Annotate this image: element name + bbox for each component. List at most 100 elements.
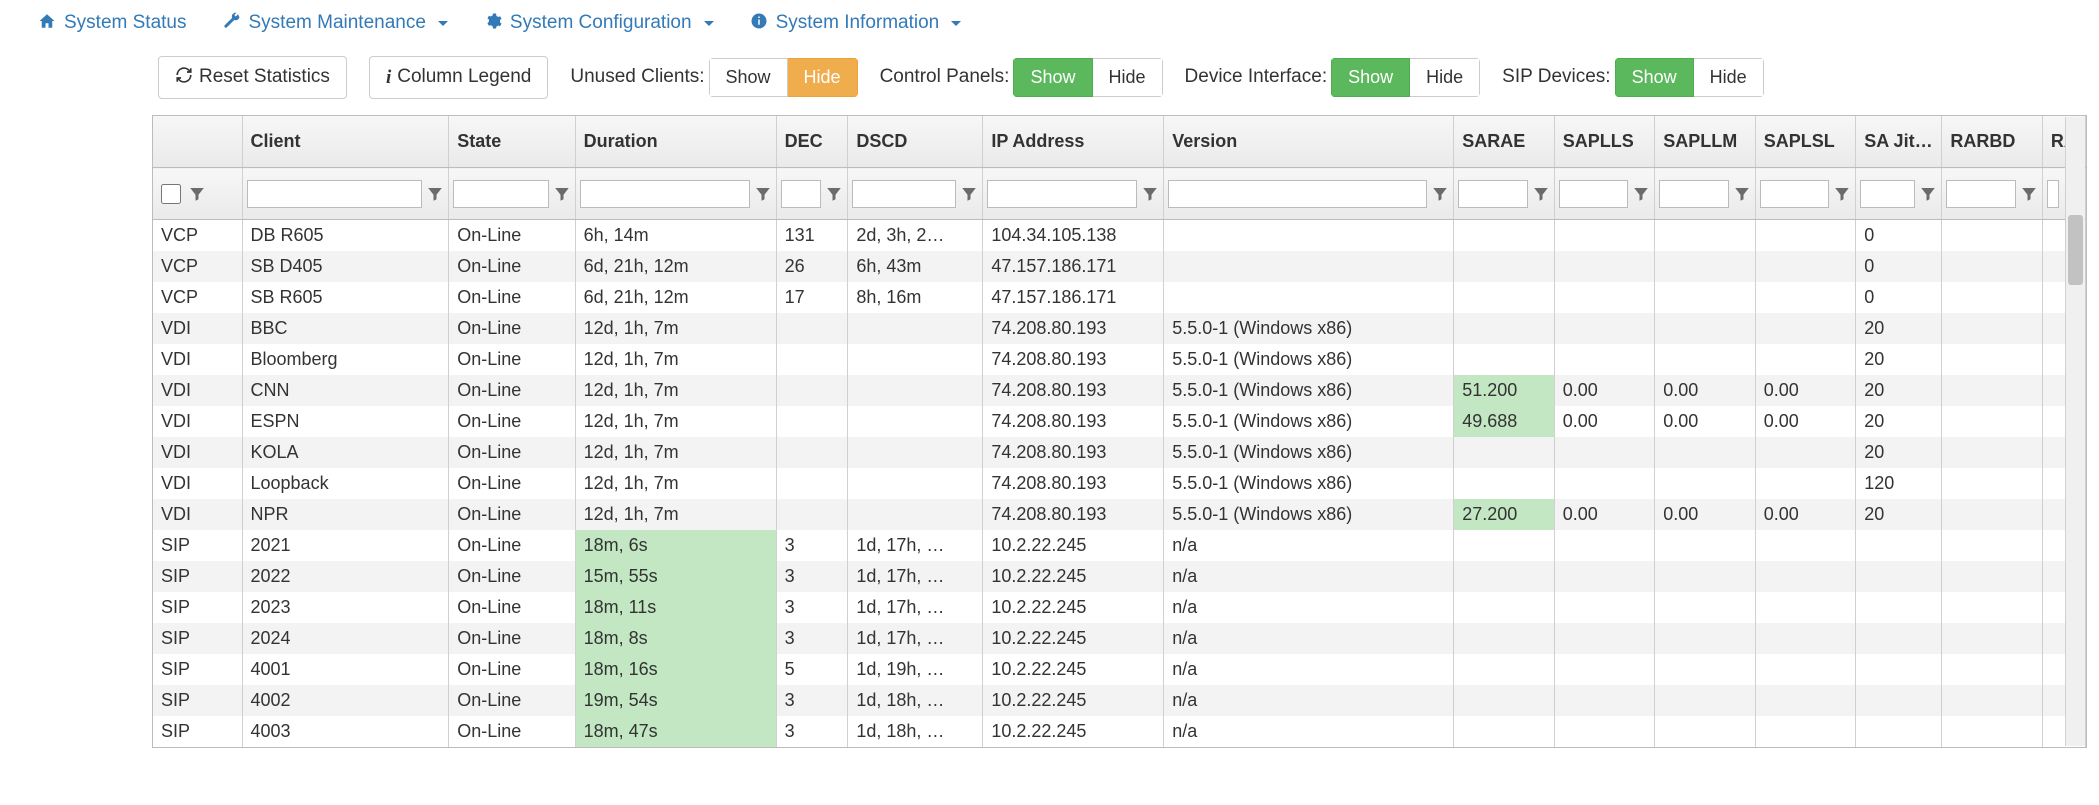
cell-c2: On-Line	[449, 313, 575, 344]
filter-icon[interactable]	[188, 185, 206, 203]
table-row[interactable]: VDINPROn-Line12d, 1h, 7m74.208.80.1935.5…	[153, 499, 2086, 530]
filter-input-c7[interactable]	[1168, 180, 1427, 208]
cell-c5	[848, 468, 983, 499]
filter-input-c1[interactable]	[247, 180, 423, 208]
filter-cell-c10	[1655, 168, 1756, 220]
filter-input-c4[interactable]	[781, 180, 822, 208]
column-header-c10[interactable]: SAPLLM	[1655, 116, 1756, 168]
cell-c3: 18m, 6s	[575, 530, 776, 561]
filter-checkbox-c0[interactable]	[161, 184, 181, 204]
scrollbar-thumb[interactable]	[2068, 215, 2083, 285]
cell-c8	[1454, 623, 1555, 654]
filter-input-c6[interactable]	[987, 180, 1137, 208]
control-panels-show-button[interactable]: Show	[1013, 58, 1092, 98]
cell-c3: 18m, 11s	[575, 592, 776, 623]
column-header-c8[interactable]: SARAE	[1454, 116, 1555, 168]
table-row[interactable]: SIP2022On-Line15m, 55s31d, 17h, …10.2.22…	[153, 561, 2086, 592]
cell-c8	[1454, 220, 1555, 251]
device-interface-hide-button[interactable]: Hide	[1410, 58, 1480, 98]
table-row[interactable]: VCPSB R605On-Line6d, 21h, 12m178h, 16m47…	[153, 282, 2086, 313]
column-header-c6[interactable]: IP Address	[983, 116, 1164, 168]
table-row[interactable]: SIP4001On-Line18m, 16s51d, 19h, …10.2.22…	[153, 654, 2086, 685]
cell-c2: On-Line	[449, 530, 575, 561]
filter-icon[interactable]	[1532, 185, 1550, 203]
cell-c4: 3	[776, 592, 848, 623]
filter-icon[interactable]	[1141, 185, 1159, 203]
filter-input-c5[interactable]	[852, 180, 956, 208]
table-row[interactable]: SIP4003On-Line18m, 47s31d, 18h, …10.2.22…	[153, 716, 2086, 747]
unused-clients-show-button[interactable]: Show	[709, 58, 788, 98]
control-panels-hide-button[interactable]: Hide	[1093, 58, 1163, 98]
table-row[interactable]: VDIBBCOn-Line12d, 1h, 7m74.208.80.1935.5…	[153, 313, 2086, 344]
unused-clients-hide-button[interactable]: Hide	[788, 58, 858, 98]
filter-input-c10[interactable]	[1659, 180, 1729, 208]
filter-cell-c3	[575, 168, 776, 220]
filter-icon[interactable]	[754, 185, 772, 203]
cell-c5: 1d, 19h, …	[848, 654, 983, 685]
table-row[interactable]: SIP2023On-Line18m, 11s31d, 17h, …10.2.22…	[153, 592, 2086, 623]
column-header-c0[interactable]	[153, 116, 242, 168]
cell-c13	[1942, 623, 2043, 654]
filter-input-c8[interactable]	[1458, 180, 1528, 208]
column-header-c12[interactable]: SA Jitter	[1856, 116, 1942, 168]
column-header-c4[interactable]: DEC	[776, 116, 848, 168]
cell-c7: 5.5.0-1 (Windows x86)	[1164, 406, 1454, 437]
column-header-c7[interactable]: Version	[1164, 116, 1454, 168]
cell-c11: 0.00	[1755, 499, 1856, 530]
reset-statistics-button[interactable]: Reset Statistics	[158, 56, 347, 99]
filter-icon[interactable]	[553, 185, 571, 203]
cell-c5	[848, 344, 983, 375]
column-header-c5[interactable]: DSCD	[848, 116, 983, 168]
filter-input-c11[interactable]	[1760, 180, 1830, 208]
cell-c1: 4003	[242, 716, 449, 747]
table-row[interactable]: VDIBloombergOn-Line12d, 1h, 7m74.208.80.…	[153, 344, 2086, 375]
filter-icon[interactable]	[1632, 185, 1650, 203]
cell-c11	[1755, 282, 1856, 313]
cell-c1: Loopback	[242, 468, 449, 499]
column-header-c13[interactable]: RARBD	[1942, 116, 2043, 168]
cell-c1: ESPN	[242, 406, 449, 437]
filter-icon[interactable]	[960, 185, 978, 203]
filter-icon[interactable]	[825, 185, 843, 203]
column-header-c9[interactable]: SAPLLS	[1554, 116, 1655, 168]
filter-input-c3[interactable]	[580, 180, 750, 208]
device-interface-show-button[interactable]: Show	[1331, 58, 1410, 98]
table-row[interactable]: VDICNNOn-Line12d, 1h, 7m74.208.80.1935.5…	[153, 375, 2086, 406]
column-header-c3[interactable]: Duration	[575, 116, 776, 168]
column-header-c1[interactable]: Client	[242, 116, 449, 168]
filter-icon[interactable]	[2020, 185, 2038, 203]
filter-cell-c5	[848, 168, 983, 220]
table-row[interactable]: SIP2021On-Line18m, 6s31d, 17h, …10.2.22.…	[153, 530, 2086, 561]
filter-input-c9[interactable]	[1559, 180, 1629, 208]
table-row[interactable]: SIP4002On-Line19m, 54s31d, 18h, …10.2.22…	[153, 685, 2086, 716]
cell-c13	[1942, 530, 2043, 561]
sip-devices-hide-button[interactable]: Hide	[1694, 58, 1764, 98]
filter-input-c14[interactable]	[2047, 180, 2059, 208]
column-header-c11[interactable]: SAPLSL	[1755, 116, 1856, 168]
table-row[interactable]: VDIKOLAOn-Line12d, 1h, 7m74.208.80.1935.…	[153, 437, 2086, 468]
column-legend-button[interactable]: i Column Legend	[369, 56, 548, 99]
table-row[interactable]: VCPDB R605On-Line6h, 14m1312d, 3h, 2…104…	[153, 220, 2086, 251]
table-row[interactable]: SIP2024On-Line18m, 8s31d, 17h, …10.2.22.…	[153, 623, 2086, 654]
filter-input-c12[interactable]	[1860, 180, 1915, 208]
table-row[interactable]: VCPSB D405On-Line6d, 21h, 12m266h, 43m47…	[153, 251, 2086, 282]
filter-icon[interactable]	[1733, 185, 1751, 203]
filter-icon[interactable]	[426, 185, 444, 203]
nav-system-configuration[interactable]: System Configuration	[484, 12, 714, 34]
nav-system-maintenance[interactable]: System Maintenance	[223, 12, 448, 34]
column-header-c2[interactable]: State	[449, 116, 575, 168]
table-row[interactable]: VDIESPNOn-Line12d, 1h, 7m74.208.80.1935.…	[153, 406, 2086, 437]
filter-input-c13[interactable]	[1946, 180, 2016, 208]
filter-icon[interactable]	[1833, 185, 1851, 203]
filter-input-c2[interactable]	[453, 180, 548, 208]
table-row[interactable]: VDILoopbackOn-Line12d, 1h, 7m74.208.80.1…	[153, 468, 2086, 499]
nav-system-status[interactable]: System Status	[38, 12, 187, 34]
cell-c7: 5.5.0-1 (Windows x86)	[1164, 313, 1454, 344]
filter-icon[interactable]	[1431, 185, 1449, 203]
cell-c13	[1942, 282, 2043, 313]
sip-devices-show-button[interactable]: Show	[1615, 58, 1694, 98]
filter-icon[interactable]	[1919, 185, 1937, 203]
cell-c9	[1554, 561, 1655, 592]
nav-system-information[interactable]: System Information	[750, 12, 962, 34]
vertical-scrollbar[interactable]	[2065, 117, 2085, 746]
